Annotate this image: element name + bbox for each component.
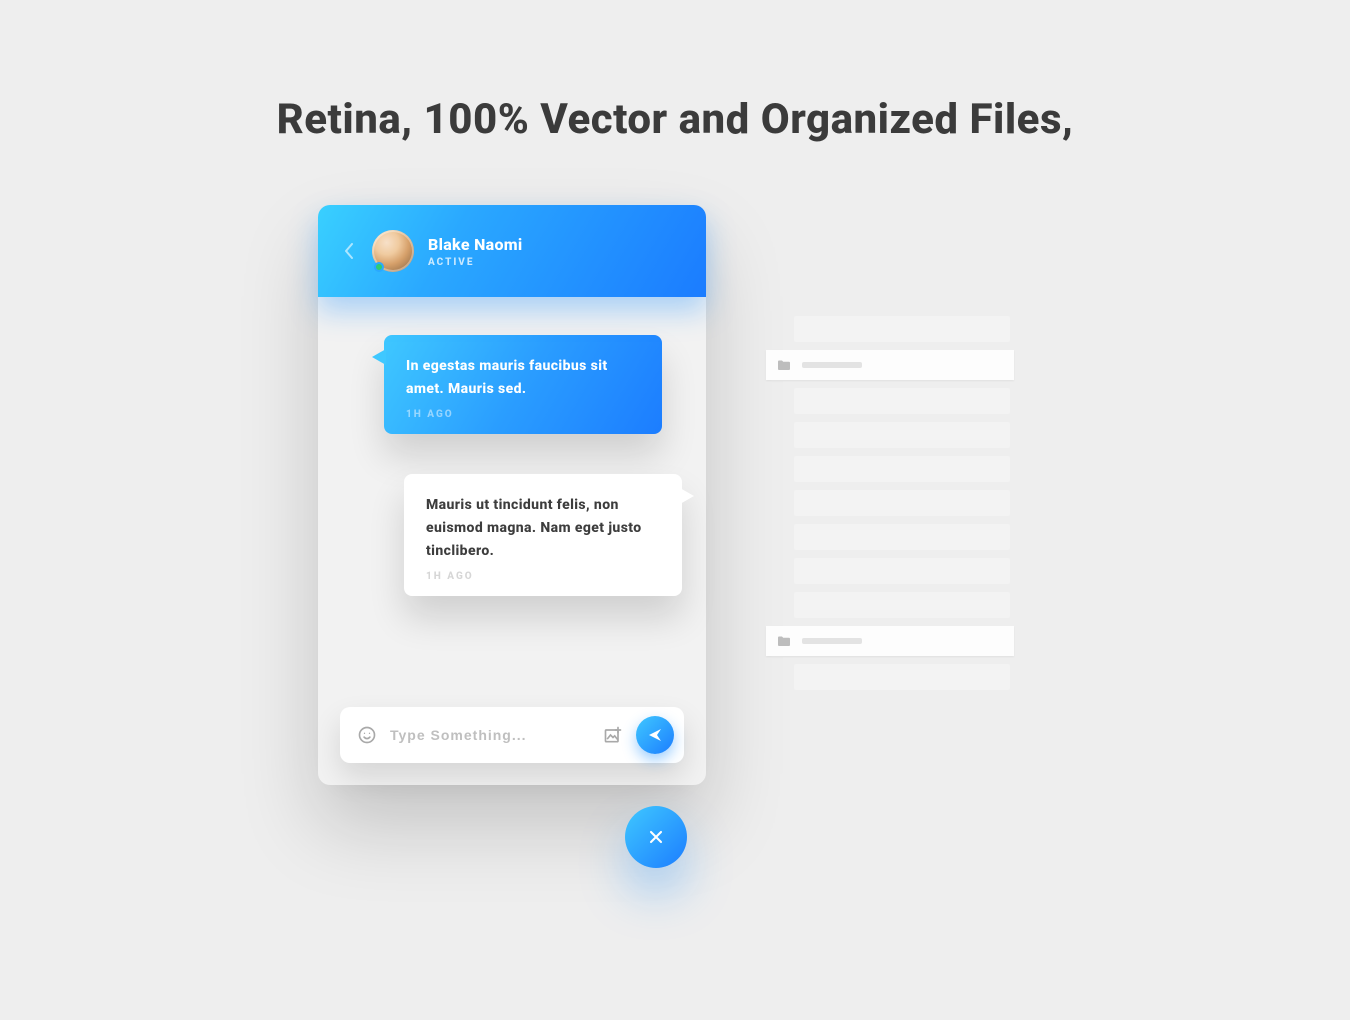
message-text: Mauris ut tincidunt felis, non euismod m… [426,494,660,563]
folder-icon [778,360,790,370]
chat-body: In egestas mauris faucibus sit amet. Mau… [318,297,706,616]
emoji-icon[interactable] [356,724,378,746]
layer-group[interactable] [766,350,1014,380]
close-button[interactable] [625,806,687,868]
add-image-icon[interactable] [602,724,624,746]
message-input[interactable] [390,727,590,743]
message-input-bar [340,707,684,763]
layer-row [794,664,1010,690]
layer-row [794,316,1010,342]
chat-header: Blake Naomi ACTIVE [318,205,706,297]
message-time: 1H AGO [406,409,640,420]
layer-group[interactable] [766,626,1014,656]
layer-row [794,490,1010,516]
layer-row [794,558,1010,584]
message-bubble-outgoing: Mauris ut tincidunt felis, non euismod m… [404,474,682,596]
status-indicator-icon [374,262,384,272]
message-text: In egestas mauris faucibus sit amet. Mau… [406,355,640,401]
message-time: 1H AGO [426,571,660,582]
page-headline: Retina, 100% Vector and Organized Files, [0,95,1350,144]
folder-icon [778,636,790,646]
back-icon[interactable] [340,242,358,260]
contact-status: ACTIVE [428,257,523,268]
layer-row [794,422,1010,448]
layer-row [794,388,1010,414]
contact-info: Blake Naomi ACTIVE [428,235,523,268]
layer-row [794,592,1010,618]
send-button[interactable] [636,716,674,754]
layer-row [794,456,1010,482]
layer-row [794,524,1010,550]
contact-name: Blake Naomi [428,235,523,254]
layers-panel [794,316,1010,698]
layer-label-placeholder [802,638,862,644]
layer-label-placeholder [802,362,862,368]
chat-card: Blake Naomi ACTIVE In egestas mauris fau… [318,205,706,785]
contact-avatar[interactable] [372,230,414,272]
message-bubble-incoming: In egestas mauris faucibus sit amet. Mau… [384,335,662,434]
